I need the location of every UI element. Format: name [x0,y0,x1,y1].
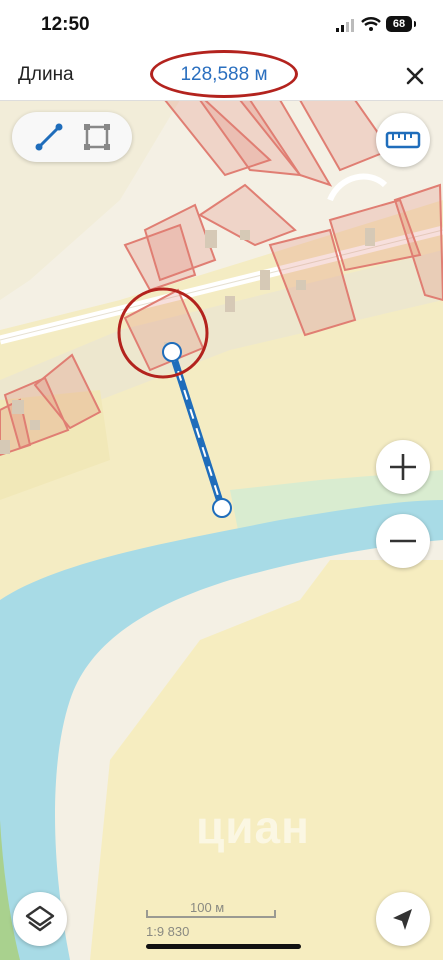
measure-value: 128,588 м [150,50,298,98]
measure-header: Длина 128,588 м [0,50,443,101]
wifi-icon [361,17,381,31]
minus-icon [390,539,416,543]
zoom-out-button[interactable] [376,514,430,568]
watermark: циан [196,801,310,853]
battery-indicator: 68 [386,16,416,32]
status-bar: 12:50 68 [0,0,443,50]
cellular-signal-icon [336,19,354,32]
polygon-tool-icon[interactable] [82,122,112,152]
measure-mode-selector [12,112,132,162]
plus-icon [390,454,416,480]
status-time: 12:50 [41,14,90,35]
scale-bar [146,910,276,918]
zoom-in-button[interactable] [376,440,430,494]
map-scale: 100 м 1:9 830 [146,898,278,939]
ruler-button[interactable] [376,113,430,167]
home-indicator [146,944,301,949]
scale-ratio: 1:9 830 [146,924,190,939]
ruler-icon [385,131,421,149]
measure-label: Длина [18,64,74,85]
close-icon[interactable] [401,62,429,90]
location-arrow-icon [393,909,412,930]
layers-icon [25,905,55,932]
layers-button[interactable] [13,892,67,946]
line-tool-icon[interactable] [34,122,64,152]
my-location-button[interactable] [376,892,430,946]
